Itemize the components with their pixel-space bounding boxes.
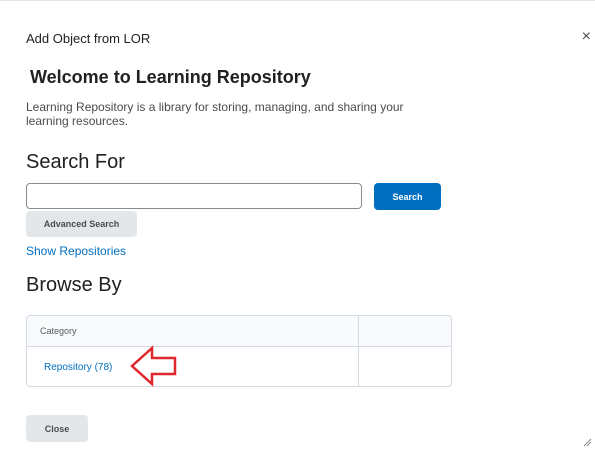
column-divider — [358, 316, 359, 386]
repository-link[interactable]: Repository (78) — [44, 362, 112, 373]
category-column-header: Category — [40, 326, 77, 336]
welcome-heading: Welcome to Learning Repository — [30, 67, 311, 87]
search-input[interactable] — [26, 183, 362, 209]
search-heading: Search For — [26, 151, 125, 173]
table-header-row: Category — [27, 316, 451, 347]
repository-count: (78) — [94, 362, 113, 373]
arrow-left-icon — [130, 345, 177, 387]
show-repositories-link[interactable]: Show Repositories — [26, 244, 126, 258]
intro-text: Learning Repository is a library for sto… — [26, 100, 404, 128]
dialog-title: Add Object from LOR — [26, 31, 151, 46]
repository-label: Repository — [44, 362, 92, 373]
resize-grip-icon[interactable] — [582, 437, 592, 447]
browse-table: Category Repository (78) — [26, 315, 452, 387]
search-button[interactable]: Search — [374, 183, 441, 210]
add-object-dialog: Add Object from LOR × Welcome to Learnin… — [0, 0, 595, 450]
close-button[interactable]: Close — [26, 415, 88, 442]
advanced-search-button[interactable]: Advanced Search — [26, 211, 137, 237]
browse-heading: Browse By — [26, 274, 122, 296]
close-icon[interactable]: × — [582, 27, 591, 47]
